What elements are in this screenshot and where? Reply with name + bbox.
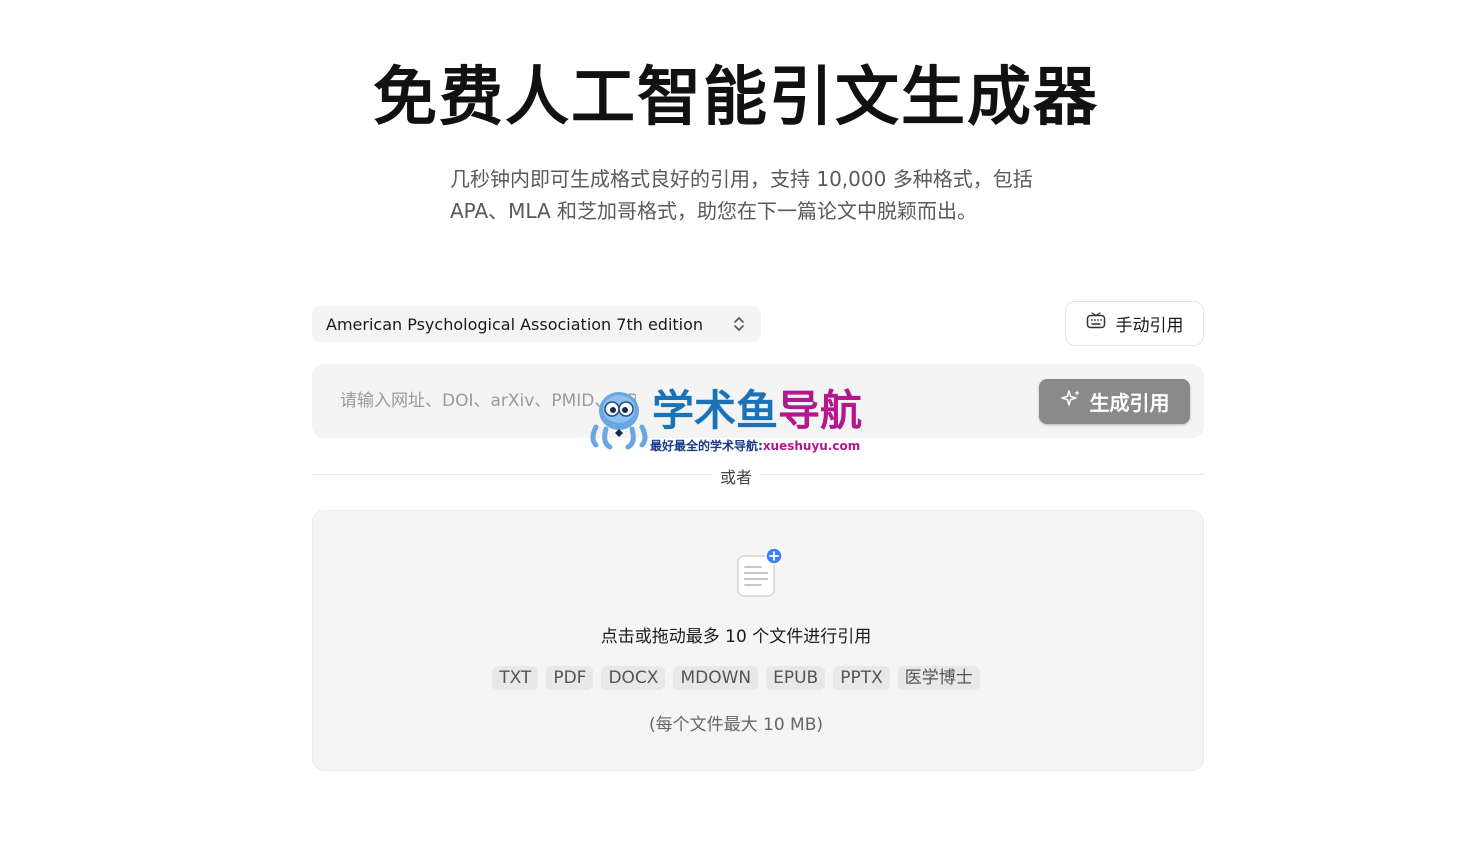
watermark-title: 学术鱼导航 — [652, 385, 862, 437]
generate-citation-button[interactable]: 生成引用 — [1039, 379, 1190, 424]
add-file-icon — [736, 547, 784, 599]
dropzone-instruction: 点击或拖动最多 10 个文件进行引用 — [600, 627, 872, 647]
supported-formats: TXT PDF DOCX MDOWN EPUB PPTX 医学博士 — [0, 666, 1472, 690]
divider-or-text: 或者 — [711, 468, 760, 487]
page-title: 免费人工智能引文生成器 — [373, 61, 1099, 135]
watermark-logo: 学术鱼导航 最好最全的学术导航:xueshuyu.com — [586, 385, 886, 455]
octopus-mascot-icon — [590, 392, 648, 450]
format-tag: PPTX — [833, 666, 890, 690]
format-tag: 医学博士 — [897, 666, 980, 690]
page-subtitle: 几秒钟内即可生成格式良好的引用，支持 10,000 多种格式，包括 APA、ML… — [450, 167, 1033, 223]
format-tag: EPUB — [766, 666, 826, 690]
sparkle-icon — [1060, 388, 1082, 415]
citation-style-label: American Psychological Association 7th e… — [326, 314, 704, 334]
file-size-note: (每个文件最大 10 MB) — [648, 715, 824, 735]
watermark-title-part1: 学术鱼 — [652, 386, 779, 435]
divider-or-label: 或者 — [0, 464, 1472, 488]
watermark-subtitle-part1: 最好最全的学术导航: — [650, 439, 763, 453]
format-tag: DOCX — [601, 666, 666, 690]
generate-citation-label: 生成引用 — [1089, 391, 1170, 415]
chevron-up-down-icon — [731, 315, 747, 333]
watermark-title-part2: 导航 — [778, 386, 863, 435]
format-tag: TXT — [492, 666, 539, 690]
watermark-subtitle: 最好最全的学术导航:xueshuyu.com — [650, 437, 860, 454]
watermark-subtitle-part2: xueshuyu.com — [762, 439, 861, 453]
citation-generator-page: 免费人工智能引文生成器 几秒钟内即可生成格式良好的引用，支持 10,000 多种… — [0, 0, 1472, 841]
format-tag: MDOWN — [673, 666, 759, 690]
manual-citation-label: 手动引用 — [1115, 316, 1184, 336]
citation-style-select[interactable]: American Psychological Association 7th e… — [312, 306, 761, 342]
manual-citation-button[interactable]: 手动引用 — [1065, 301, 1204, 346]
format-tag: PDF — [546, 666, 594, 690]
keyboard-icon — [1086, 312, 1106, 335]
